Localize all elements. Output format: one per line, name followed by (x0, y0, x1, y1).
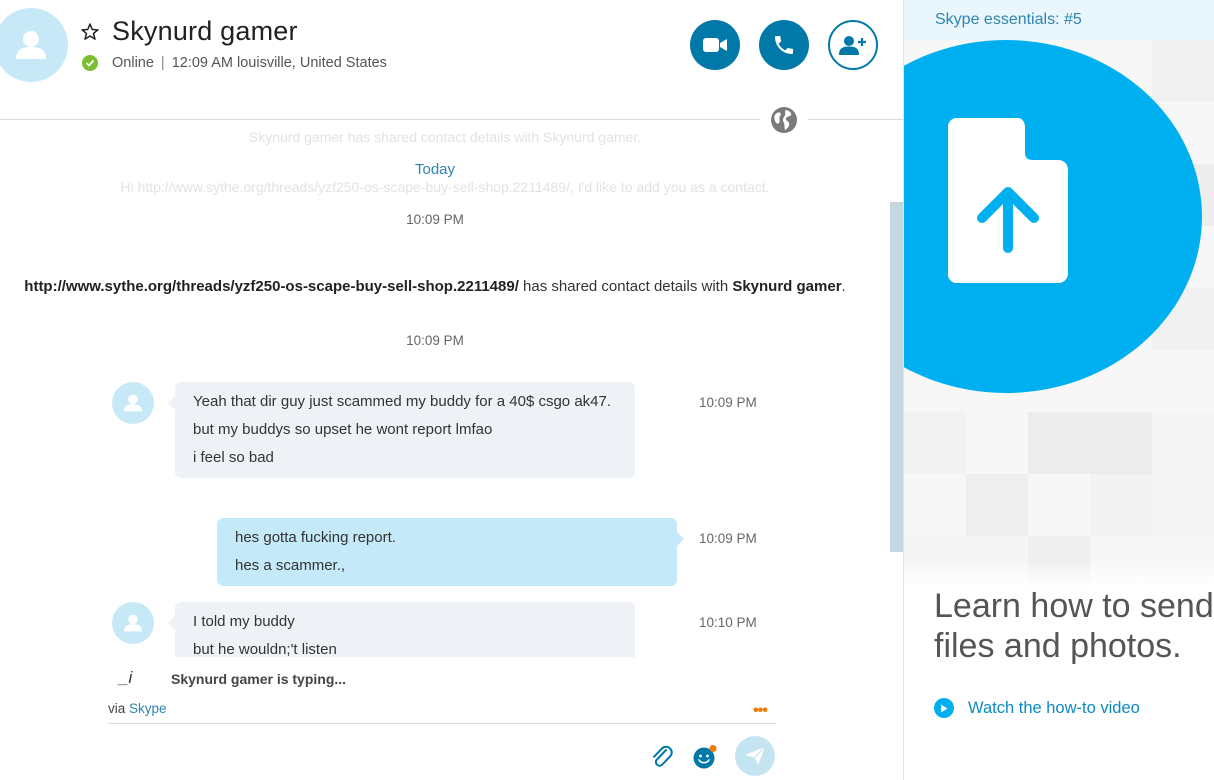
audio-call-button[interactable] (759, 20, 809, 70)
contact-shared-notice: http://www.sythe.org/threads/yzf250-os-s… (20, 275, 850, 299)
attach-button[interactable] (650, 744, 674, 770)
skype-essentials-panel: Skype essentials: #5 Learn how to send f… (904, 0, 1214, 780)
typing-indicator-icon: _i (119, 668, 133, 687)
person-icon (16, 31, 46, 59)
message-line: hes gotta fucking report. (235, 529, 396, 546)
shared-target[interactable]: Skynurd gamer (732, 278, 841, 295)
incoming-message-bubble[interactable]: I told my buddy but he wouldn;'t listen (168, 602, 635, 657)
message-history[interactable]: Skynurd gamer has shared contact details… (0, 121, 890, 657)
heading-line: files and photos. (934, 627, 1182, 665)
message-timestamp: 10:09 PM (406, 333, 464, 348)
file-upload-icon (948, 118, 1068, 283)
person-icon (124, 614, 142, 632)
essentials-title: Skype essentials: #5 (935, 11, 1082, 28)
conversation-header: Skynurd gamer Online | 12:09 AM louisville… (0, 0, 903, 120)
incoming-message-bubble[interactable]: Yeah that dir guy just scammed my buddy … (168, 382, 635, 478)
header-divider (808, 119, 903, 120)
message-line: i feel so bad (193, 449, 274, 466)
contact-avatar[interactable] (0, 8, 68, 82)
typing-indicator: Skynurd gamer is typing... (171, 671, 347, 687)
message-line: I told my buddy (193, 613, 295, 630)
faded-system-message: Skynurd gamer has shared contact details… (248, 129, 642, 145)
header-divider (0, 119, 760, 120)
send-icon (745, 746, 766, 765)
presence-separator: | (160, 55, 165, 71)
play-icon (934, 698, 954, 718)
heading-line: Learn how to send (934, 587, 1214, 625)
presence-status: Online (112, 55, 154, 71)
local-time: 12:09 AM (171, 55, 233, 71)
outgoing-message-bubble[interactable]: hes gotta fucking report. hes a scammer.… (217, 518, 684, 586)
presence-line: Online | 12:09 AM louisville, United State… (112, 55, 387, 71)
message-timestamp: 10:09 PM (699, 395, 757, 410)
message-timestamp: 10:09 PM (406, 212, 464, 227)
chat-pane: Skynurd gamer Online | 12:09 AM louisville… (0, 0, 903, 780)
via-service-link[interactable]: Skype (129, 701, 167, 716)
contact-name[interactable]: Skynurd gamer (112, 16, 298, 47)
day-separator: Today (414, 161, 456, 178)
faded-contact-request: Hi http://www.sythe.org/threads/yzf250-o… (120, 179, 770, 195)
more-options-button[interactable]: ••• (753, 702, 768, 720)
send-button[interactable] (735, 736, 775, 776)
emoji-button[interactable] (692, 744, 718, 770)
message-line: but my buddys so upset he wont report lm… (193, 421, 493, 438)
sender-avatar[interactable] (112, 602, 154, 644)
shared-text: has shared contact details with (518, 278, 733, 295)
add-contact-button[interactable] (828, 20, 878, 70)
video-camera-icon (703, 38, 727, 52)
message-timestamp: 10:09 PM (699, 531, 757, 546)
scrollbar-thumb[interactable] (890, 202, 903, 552)
watch-video-label: Watch the how-to video (968, 698, 1140, 717)
shared-sender-link[interactable]: http://www.sythe.org/threads/yzf250-os-s… (24, 278, 519, 295)
sender-avatar[interactable] (112, 382, 154, 424)
via-line: via Skype (108, 701, 167, 716)
via-label: via (108, 701, 126, 716)
message-timestamp: 10:10 PM (699, 615, 757, 630)
watch-video-link[interactable]: Watch the how-to video (934, 698, 1140, 718)
contact-location: louisville, United States (237, 55, 387, 71)
compose-divider (108, 723, 776, 724)
check-icon (82, 55, 98, 71)
video-call-button[interactable] (690, 20, 740, 70)
message-line: but he wouldn;'t listen (193, 641, 337, 657)
essentials-header: Skype essentials: #5 (904, 0, 1214, 40)
paperclip-icon (653, 745, 673, 767)
phone-icon (775, 36, 793, 54)
essentials-illustration (904, 40, 1214, 588)
message-line: hes a scammer., (235, 557, 346, 574)
message-line: Yeah that dir guy just scammed my buddy … (193, 393, 612, 410)
shared-end: . (841, 278, 846, 295)
person-icon (124, 394, 142, 412)
star-icon[interactable] (80, 22, 100, 42)
add-person-icon (839, 36, 866, 55)
essentials-heading: Learn how to send files and photos. (934, 586, 1214, 666)
emoticon-icon (693, 745, 717, 769)
